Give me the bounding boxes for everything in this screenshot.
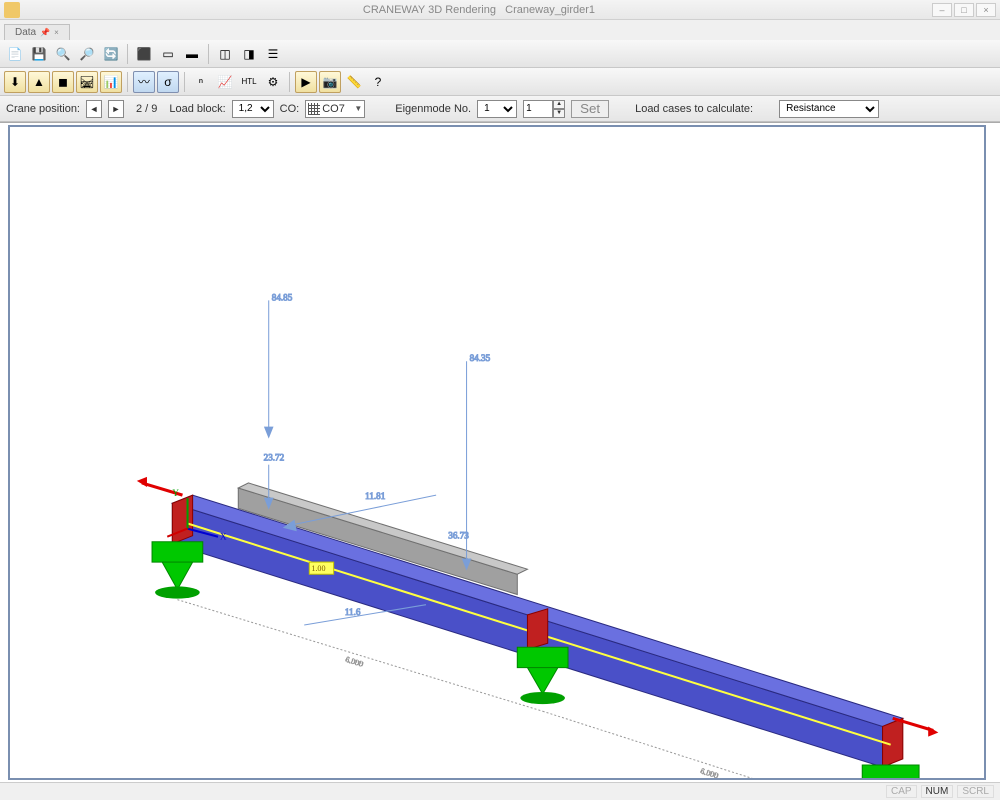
calc-cases-select[interactable]: Resistance <box>779 100 879 118</box>
diagram-icon[interactable]: 📈 <box>214 71 236 93</box>
view-front-icon[interactable]: ⬛ <box>133 43 155 65</box>
show-model-icon[interactable]: ◼ <box>52 71 74 93</box>
svg-text:1.00: 1.00 <box>311 564 325 573</box>
load-block-select[interactable]: 1,2 <box>232 100 274 118</box>
pin-icon[interactable]: 📌 <box>40 28 50 37</box>
values-icon[interactable]: ⁿ <box>190 71 212 93</box>
status-bar: CAP NUM SCRL <box>0 782 1000 800</box>
zoom-icon[interactable]: 🔍 <box>52 43 74 65</box>
refresh-icon[interactable]: 🔄 <box>100 43 122 65</box>
status-cap: CAP <box>886 785 917 798</box>
title-bar: CRANEWAY 3D Rendering Craneway_girder1 –… <box>0 0 1000 20</box>
save-icon[interactable]: 💾 <box>28 43 50 65</box>
grid-icon <box>308 103 320 115</box>
tab-close-icon[interactable]: × <box>54 28 59 37</box>
deform-icon[interactable]: 〰 <box>133 71 155 93</box>
tab-label: Data <box>15 27 36 38</box>
spinner-input[interactable] <box>523 100 553 118</box>
svg-text:23.72: 23.72 <box>264 453 285 463</box>
svg-text:11.6: 11.6 <box>345 607 361 617</box>
calc-cases-label: Load cases to calculate: <box>635 103 753 115</box>
tab-strip: Data 📌 × <box>0 20 1000 40</box>
ratio-badge: 1.00 <box>309 562 333 574</box>
view-side-icon[interactable]: ▭ <box>157 43 179 65</box>
co-label: CO: <box>280 103 300 115</box>
show-rail-icon[interactable]: 🛤 <box>76 71 98 93</box>
svg-text:84.35: 84.35 <box>470 353 491 363</box>
parameter-bar: Crane position: ◄ ► 2 / 9 Load block: 1,… <box>0 96 1000 122</box>
girder-body <box>172 483 903 767</box>
viewport-3d[interactable]: Y X 84.85 84.35 23.72 36.73 11.81 11.6 1 <box>0 122 1000 782</box>
eigenmode-select[interactable]: 1 <box>477 100 517 118</box>
window-controls: – □ × <box>932 3 996 17</box>
measure-icon[interactable]: 📏 <box>343 71 365 93</box>
perspective-icon[interactable]: ◨ <box>238 43 260 65</box>
doc-name: Craneway_girder1 <box>505 4 595 16</box>
zoom-extents-icon[interactable]: 🔎 <box>76 43 98 65</box>
support-mid <box>517 647 568 704</box>
set-button[interactable]: Set <box>571 100 609 118</box>
separator <box>208 44 209 64</box>
spin-down-icon[interactable]: ▼ <box>553 109 565 118</box>
toolbar-row-1: 📄 💾 🔍 🔎 🔄 ⬛ ▭ ▬ ◫ ◨ ☰ <box>0 40 1000 68</box>
svg-text:6.000: 6.000 <box>699 766 719 778</box>
tab-data[interactable]: Data 📌 × <box>4 24 70 40</box>
svg-text:X: X <box>220 532 227 542</box>
eigenmode-spinner[interactable]: ▲▼ <box>523 100 565 118</box>
svg-text:36.73: 36.73 <box>448 531 469 541</box>
app-name: CRANEWAY 3D Rendering <box>363 4 496 16</box>
minimize-button[interactable]: – <box>932 3 952 17</box>
status-scrl: SCRL <box>957 785 994 798</box>
show-loads-icon[interactable]: ⬇ <box>4 71 26 93</box>
show-supports-icon[interactable]: ▲ <box>28 71 50 93</box>
svg-text:Y: Y <box>172 488 179 498</box>
crane-position-label: Crane position: <box>6 103 80 115</box>
snapshot-icon[interactable]: 📷 <box>319 71 341 93</box>
co-value: CO7 <box>322 103 345 115</box>
chevron-down-icon: ▼ <box>354 104 362 113</box>
render-canvas: Y X 84.85 84.35 23.72 36.73 11.81 11.6 1 <box>10 127 984 778</box>
svg-text:84.85: 84.85 <box>272 292 293 302</box>
stress-icon[interactable]: σ <box>157 71 179 93</box>
separator <box>184 72 185 92</box>
svg-text:6.000: 6.000 <box>344 655 364 669</box>
co-select[interactable]: CO7 ▼ <box>305 100 365 118</box>
support-left <box>152 542 203 599</box>
separator <box>289 72 290 92</box>
prev-position-button[interactable]: ◄ <box>86 100 102 118</box>
support-right <box>862 765 919 778</box>
next-position-button[interactable]: ► <box>108 100 124 118</box>
app-icon <box>4 2 20 18</box>
separator <box>127 72 128 92</box>
settings-icon[interactable]: ⚙ <box>262 71 284 93</box>
help-icon[interactable]: ? <box>367 71 389 93</box>
maximize-button[interactable]: □ <box>954 3 974 17</box>
eigenmode-label: Eigenmode No. <box>395 103 471 115</box>
svg-text:11.81: 11.81 <box>365 491 386 501</box>
status-num: NUM <box>921 785 954 798</box>
show-results-icon[interactable]: 📊 <box>100 71 122 93</box>
animate-icon[interactable]: ▶ <box>295 71 317 93</box>
spin-up-icon[interactable]: ▲ <box>553 100 565 109</box>
close-button[interactable]: × <box>976 3 996 17</box>
load-block-label: Load block: <box>169 103 225 115</box>
separator <box>127 44 128 64</box>
toolbar-row-2: ⬇ ▲ ◼ 🛤 📊 〰 σ ⁿ 📈 HTL ⚙ ▶ 📷 📏 ? <box>0 68 1000 96</box>
wireframe-icon[interactable]: ☰ <box>262 43 284 65</box>
new-icon[interactable]: 📄 <box>4 43 26 65</box>
html-export-icon[interactable]: HTL <box>238 71 260 93</box>
view-top-icon[interactable]: ▬ <box>181 43 203 65</box>
iso-view-icon[interactable]: ◫ <box>214 43 236 65</box>
position-text: 2 / 9 <box>136 103 157 115</box>
window-title: CRANEWAY 3D Rendering Craneway_girder1 <box>26 4 932 16</box>
